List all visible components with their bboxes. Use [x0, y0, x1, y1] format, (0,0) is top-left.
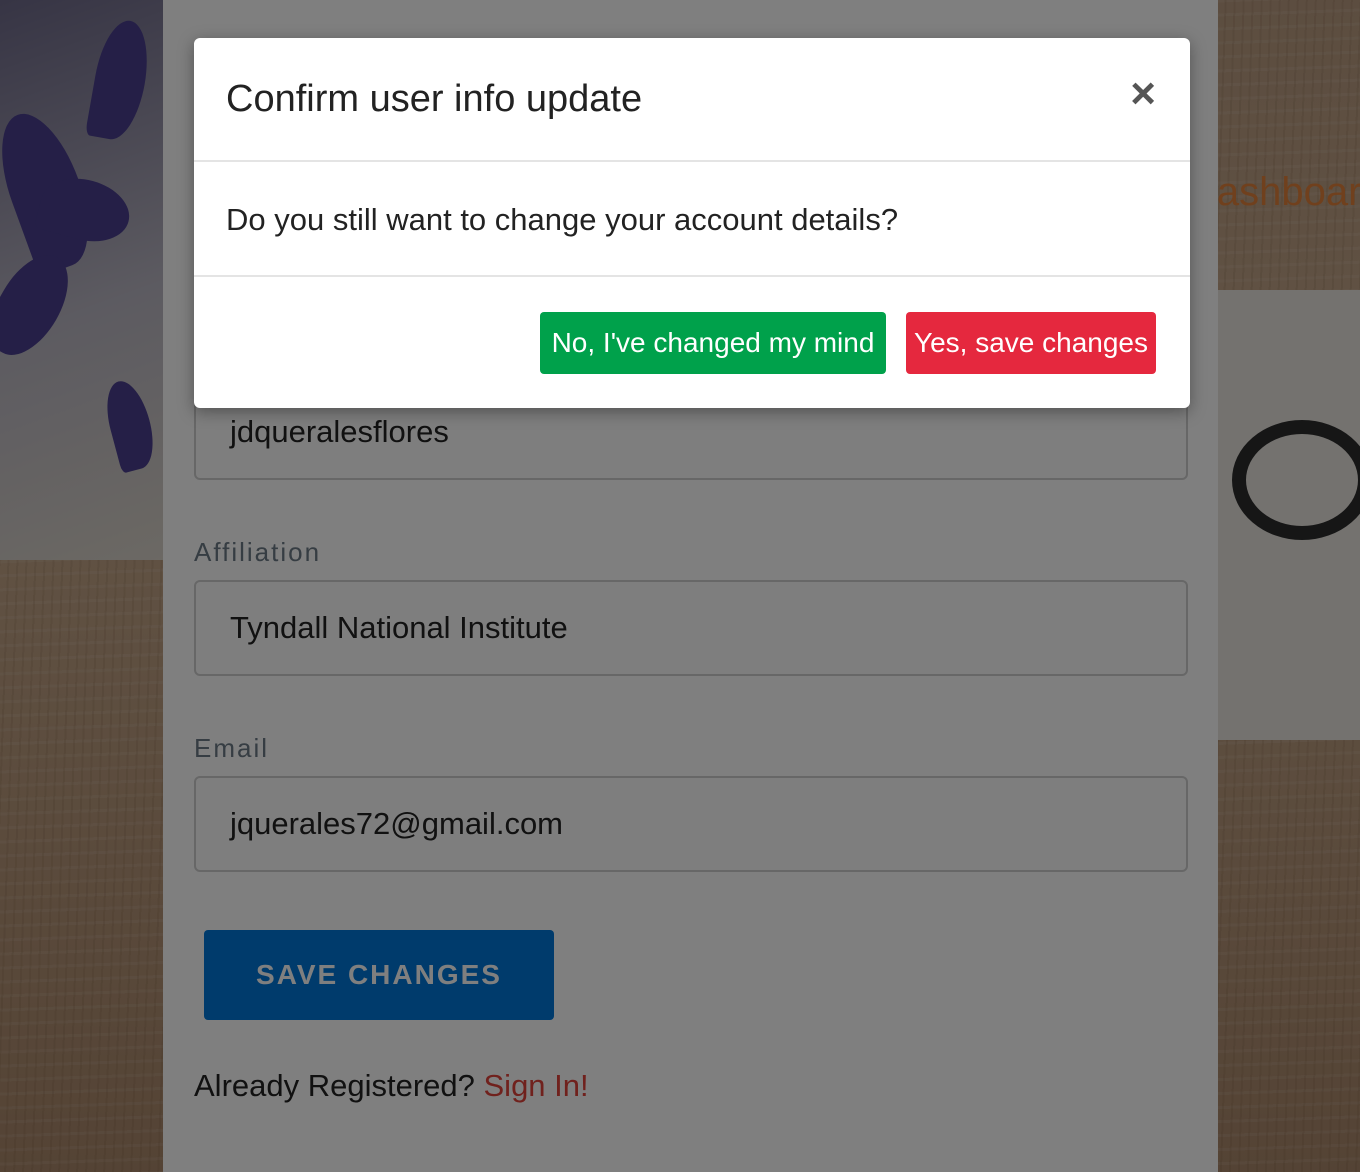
- dialog-message: Do you still want to change your account…: [226, 202, 899, 237]
- dialog-header: Confirm user info update ×: [194, 38, 1190, 162]
- dialog-title: Confirm user info update: [226, 78, 643, 120]
- close-icon[interactable]: ×: [1130, 72, 1156, 116]
- dialog-body: Do you still want to change your account…: [194, 162, 1190, 277]
- cancel-button[interactable]: No, I've changed my mind: [540, 312, 886, 374]
- confirm-dialog: Confirm user info update × Do you still …: [194, 38, 1190, 408]
- confirm-save-button[interactable]: Yes, save changes: [906, 312, 1156, 374]
